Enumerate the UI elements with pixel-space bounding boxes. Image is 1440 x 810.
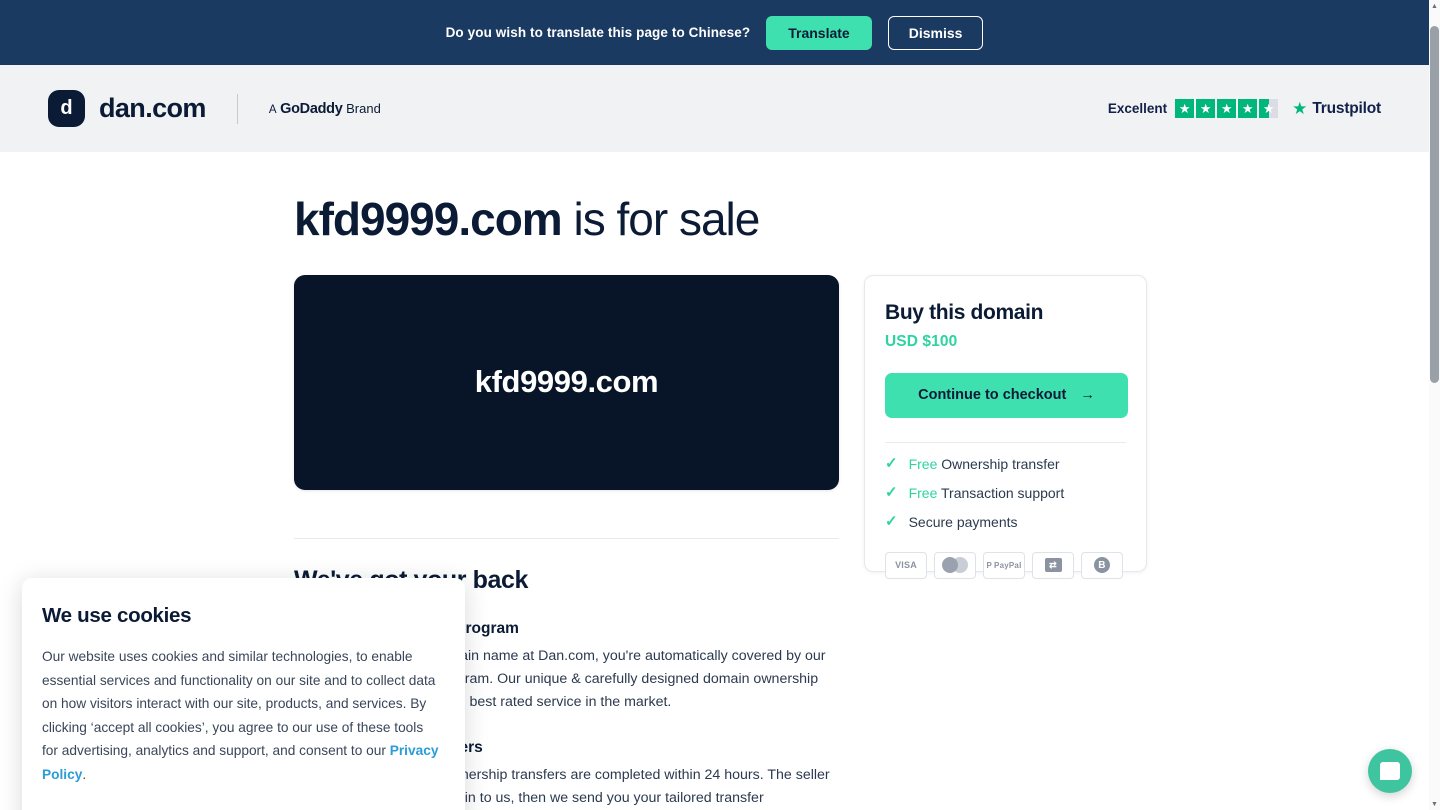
page-viewport: Do you wish to translate this page to Ch…: [0, 0, 1440, 810]
site-header: d dan.com A GoDaddy Brand Excellent ★ ★ …: [0, 65, 1429, 152]
godaddy-brand-label: A GoDaddy Brand: [269, 101, 381, 117]
cookie-text-part-2: .: [82, 766, 87, 782]
checkout-label: Continue to checkout: [918, 387, 1067, 404]
arrow-right-icon: →: [1080, 387, 1095, 404]
perk-item: ✓ Free Ownership transfer: [885, 456, 1126, 472]
page-title: kfd9999.com is for sale: [294, 193, 1429, 246]
mastercard-icon: [934, 551, 976, 579]
hero-domain-name: kfd9999.com: [294, 193, 563, 245]
brand-logo[interactable]: d dan.com A GoDaddy Brand: [48, 90, 381, 127]
star-half-icon: ★: [1259, 99, 1279, 118]
chat-bubble-icon: [1380, 762, 1400, 780]
cookie-text-part-1: Our website uses cookies and similar tec…: [42, 649, 436, 759]
continue-to-checkout-button[interactable]: Continue to checkout →: [885, 372, 1128, 418]
trustpilot-name: Trustpilot: [1312, 99, 1381, 117]
cookie-banner-text: Our website uses cookies and similar tec…: [42, 645, 442, 786]
paypal-icon: P PayPal: [983, 551, 1025, 579]
perk-label: Secure payments: [908, 513, 1018, 530]
perk-item: ✓ Secure payments: [885, 514, 1126, 530]
buy-domain-card: Buy this domain USD $100 Continue to che…: [864, 274, 1147, 579]
card-divider: [885, 441, 1126, 443]
translate-banner: Do you wish to translate this page to Ch…: [0, 0, 1429, 65]
page-scrollbar[interactable]: ▲ ▼: [1429, 0, 1440, 810]
scroll-up-arrow-icon[interactable]: ▲: [1429, 0, 1440, 12]
trustpilot-rating[interactable]: Excellent ★ ★ ★ ★ ★ ★ Trustpilot: [1108, 99, 1381, 118]
dismiss-button[interactable]: Dismiss: [887, 15, 984, 50]
domain-preview-box: kfd9999.com: [294, 274, 839, 490]
scrollbar-thumb[interactable]: [1430, 26, 1439, 383]
star-icon: ★: [1196, 99, 1216, 118]
star-icon: ★: [1217, 99, 1237, 118]
star-icon: ★: [1238, 99, 1258, 118]
domain-preview-text: kfd9999.com: [474, 364, 659, 400]
bank-transfer-icon: ⇄: [1032, 551, 1074, 579]
check-icon: ✓: [885, 484, 898, 502]
trustpilot-logo: ★ Trustpilot: [1292, 100, 1381, 118]
hero-title-suffix: is for sale: [561, 193, 760, 245]
perk-free-label: Free: [908, 455, 938, 472]
perk-item: ✓ Free Transaction support: [885, 485, 1126, 501]
godaddy-suffix: Brand: [346, 100, 381, 116]
check-icon: ✓: [885, 455, 898, 473]
brand-divider: [236, 93, 238, 124]
godaddy-prefix: A: [268, 103, 277, 116]
trustpilot-stars: ★ ★ ★ ★ ★: [1175, 99, 1279, 118]
translate-message: Do you wish to translate this page to Ch…: [445, 25, 751, 40]
perk-free-label: Free: [908, 484, 938, 501]
buy-card-price: USD $100: [885, 332, 958, 350]
brand-name: dan.com: [99, 93, 206, 123]
cookie-consent-banner: We use cookies Our website uses cookies …: [22, 578, 465, 810]
trustpilot-rating-word: Excellent: [1107, 101, 1168, 116]
translate-button[interactable]: Translate: [766, 15, 872, 50]
godaddy-name: GoDaddy: [280, 100, 343, 117]
section-divider: [294, 537, 839, 539]
cookie-banner-title: We use cookies: [42, 604, 192, 627]
payment-methods: VISA P PayPal ⇄ B: [885, 551, 1126, 579]
visa-icon: VISA: [885, 551, 927, 579]
perk-label: Transaction support: [941, 484, 1065, 501]
star-icon: ★: [1175, 99, 1195, 118]
scroll-down-arrow-icon[interactable]: ▼: [1429, 798, 1440, 810]
trustpilot-star-icon: ★: [1292, 99, 1308, 118]
bitcoin-icon: B: [1081, 551, 1123, 579]
buy-card-title: Buy this domain: [885, 300, 1044, 324]
perk-label: Ownership transfer: [941, 455, 1060, 472]
check-icon: ✓: [885, 513, 898, 531]
intercom-chat-button[interactable]: [1368, 749, 1412, 793]
dan-logo-icon: d: [48, 90, 85, 127]
